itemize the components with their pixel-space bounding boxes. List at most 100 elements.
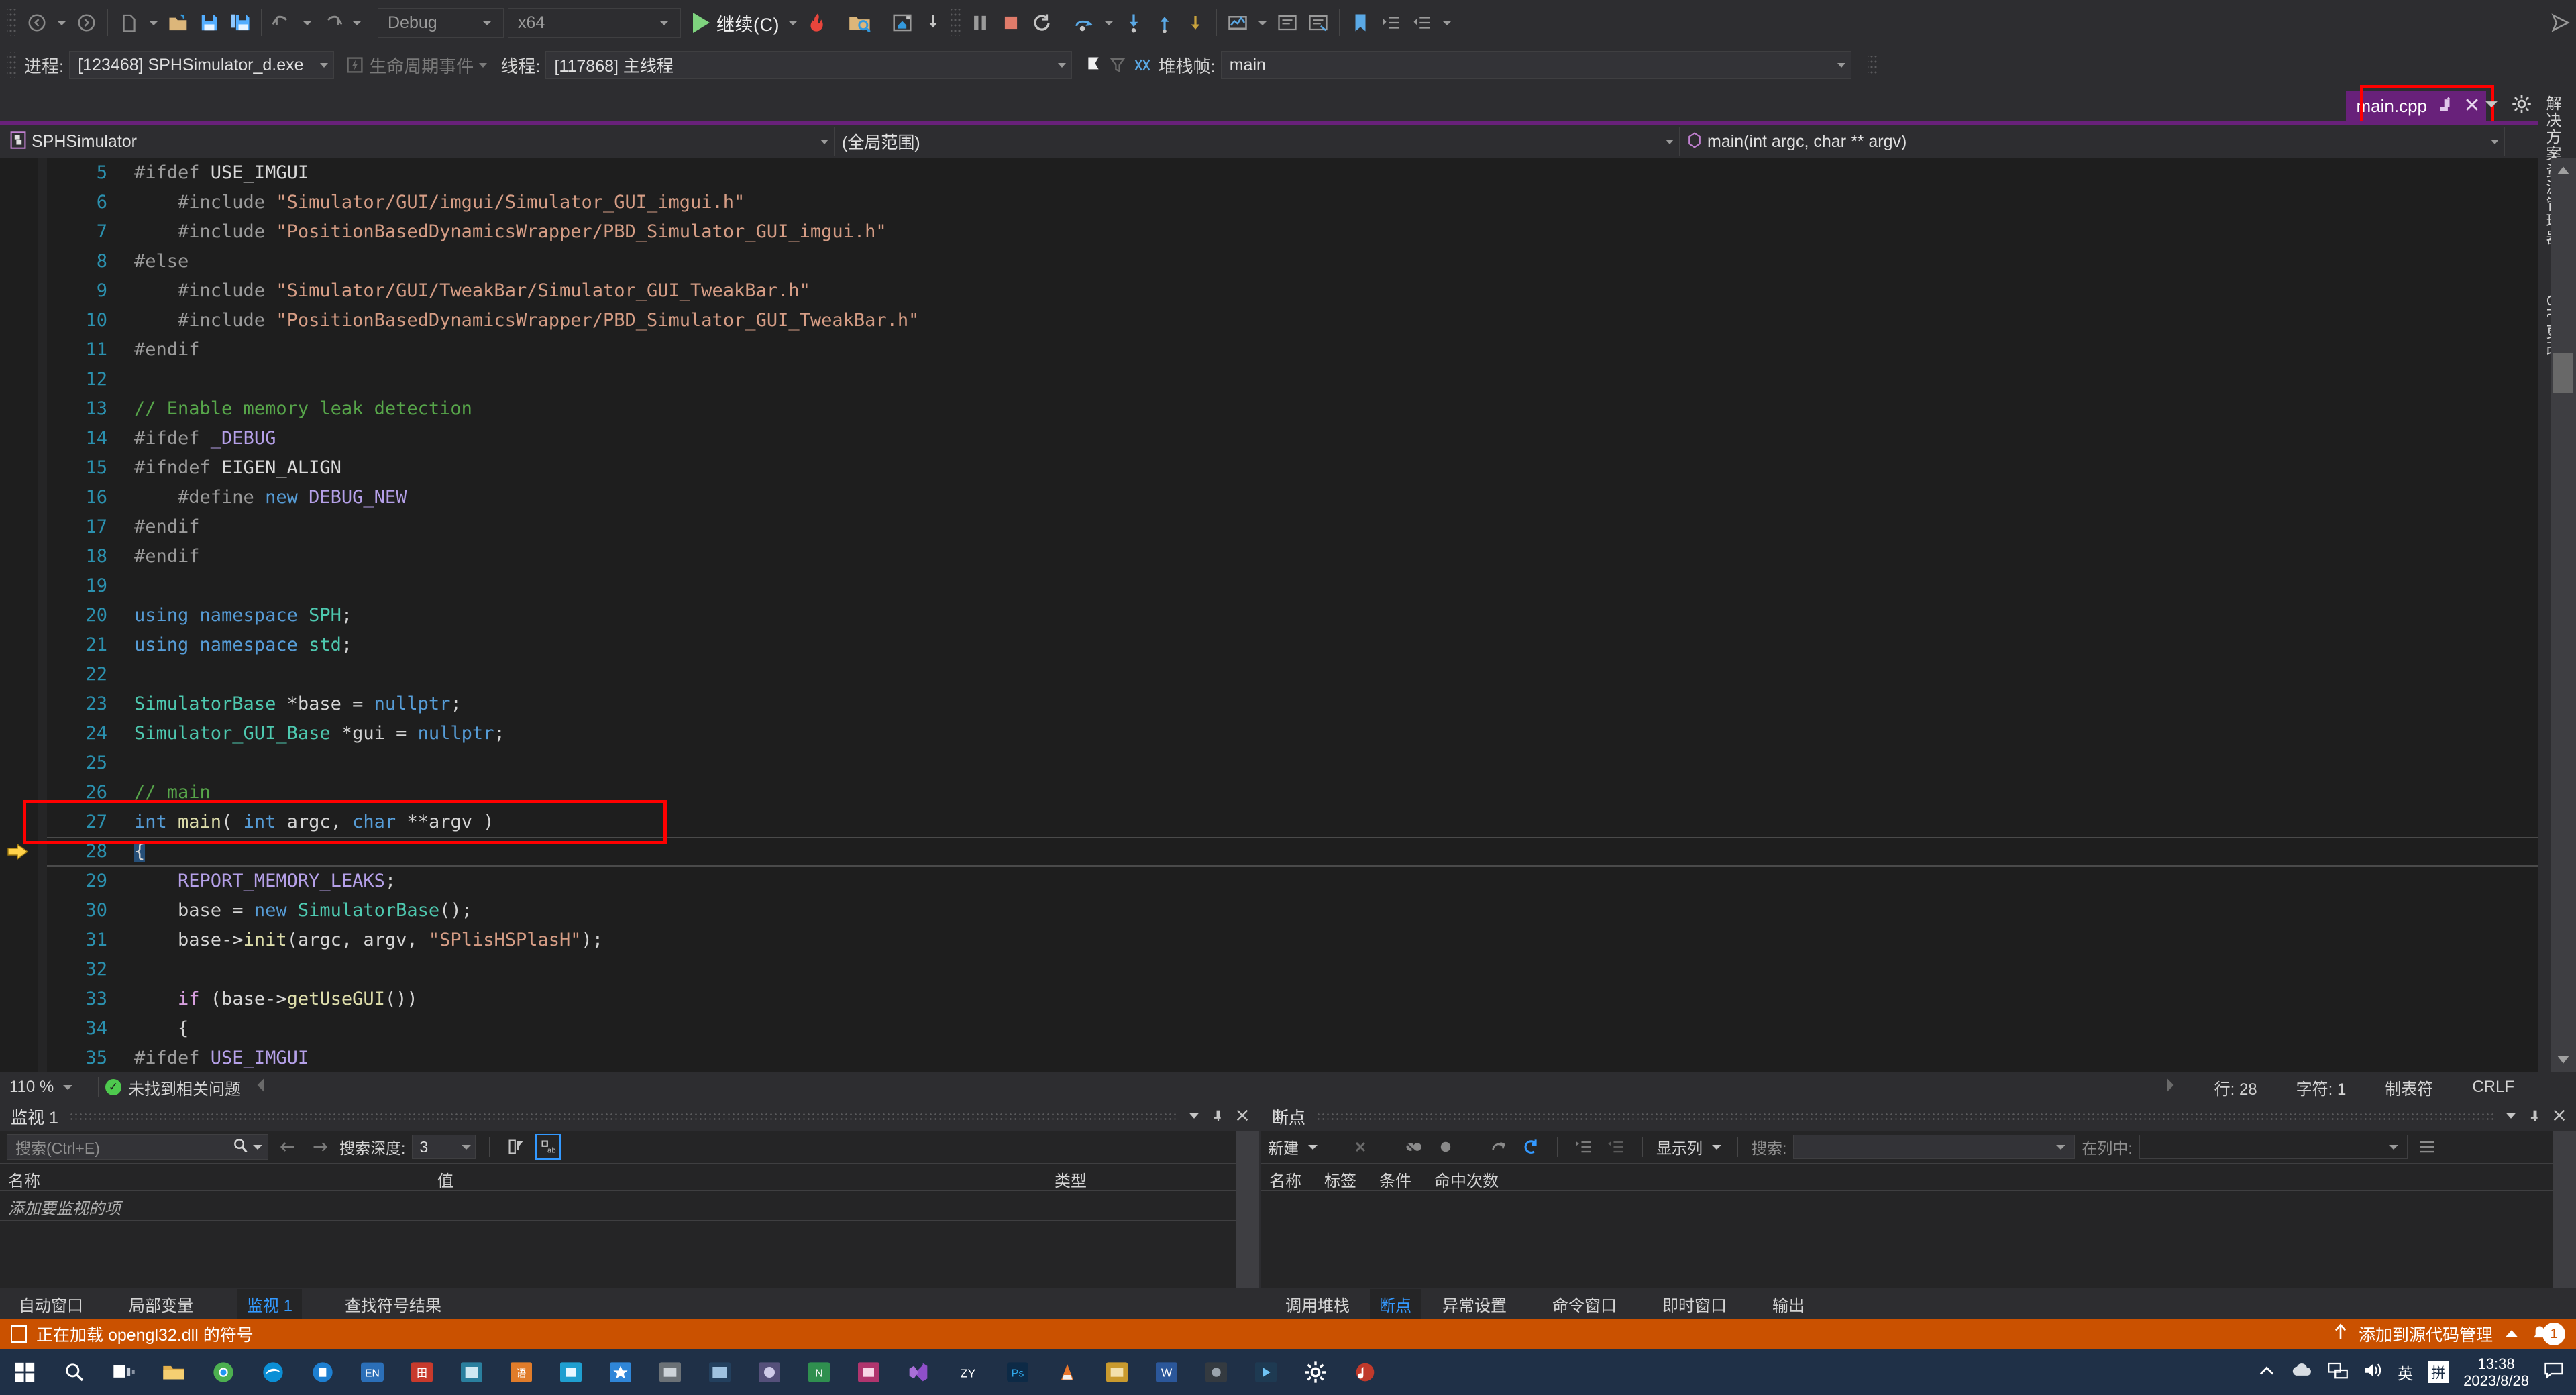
app-darkblue-icon[interactable] bbox=[695, 1349, 745, 1395]
step-over-button[interactable] bbox=[1069, 7, 1099, 39]
bookmark-button[interactable] bbox=[1345, 7, 1376, 39]
in-column-select[interactable] bbox=[2139, 1135, 2408, 1159]
bp-column-hitcount[interactable]: 命中次数 bbox=[1426, 1164, 1505, 1190]
code-line[interactable]: 5 #ifdef USE_IMGUI bbox=[47, 158, 2538, 188]
watch-row[interactable]: 添加要监视的项 bbox=[0, 1191, 1259, 1221]
watch-column-name[interactable]: 名称 bbox=[0, 1164, 429, 1190]
continue-button[interactable]: 继续(C) bbox=[685, 7, 784, 39]
navbar-function-select[interactable]: main(int argc, char ** argv) bbox=[1680, 127, 2505, 156]
code-line[interactable]: 34 { bbox=[47, 1014, 2538, 1044]
navigate-backward-dropdown-icon[interactable] bbox=[57, 20, 66, 25]
solution-configuration-select[interactable]: Debug bbox=[378, 8, 504, 38]
outdent-button[interactable] bbox=[1407, 7, 1438, 39]
save-all-button[interactable] bbox=[225, 7, 256, 39]
code-line[interactable]: 27 int main( int argc, char **argv ) bbox=[47, 807, 2538, 837]
thread-select[interactable]: [117868] 主线程 bbox=[545, 51, 1073, 79]
stop-debugging-button[interactable] bbox=[996, 7, 1026, 39]
word-icon[interactable]: W bbox=[1142, 1349, 1191, 1395]
export-icon[interactable] bbox=[1486, 1134, 1511, 1160]
code-lines-container[interactable]: 5 #ifdef USE_IMGUI 6 #include "Simulator/G… bbox=[47, 158, 2538, 1072]
panel-drag-dots[interactable] bbox=[68, 1112, 1176, 1121]
taskbar-clock[interactable]: 13:38 2023/8/28 bbox=[2463, 1355, 2529, 1390]
windows-start-icon[interactable] bbox=[0, 1349, 50, 1395]
vs-icon[interactable] bbox=[894, 1349, 943, 1395]
bp-column-label[interactable]: 标签 bbox=[1316, 1164, 1371, 1190]
break-all-button[interactable] bbox=[965, 7, 996, 39]
glyph-margin[interactable] bbox=[0, 158, 38, 1072]
code-line[interactable]: 20 using namespace SPH; bbox=[47, 601, 2538, 630]
editor-vertical-scrollbar[interactable] bbox=[2551, 158, 2576, 1072]
step-over-dropdown-icon[interactable] bbox=[1104, 20, 1114, 25]
scrollbar-thumb[interactable] bbox=[2553, 353, 2573, 393]
code-text[interactable]: { bbox=[134, 837, 146, 867]
tab-command-window[interactable]: 命令窗口 bbox=[1543, 1289, 1626, 1319]
watch-column-value[interactable]: 值 bbox=[429, 1164, 1046, 1190]
code-editor[interactable]: 5 #ifdef USE_IMGUI 6 #include "Simulator/G… bbox=[0, 158, 2538, 1072]
vlc-icon[interactable] bbox=[1042, 1349, 1092, 1395]
undo-dropdown-icon[interactable] bbox=[303, 20, 312, 25]
navbar-scope-select[interactable]: (全局范围) bbox=[835, 127, 1680, 156]
code-text[interactable]: base->init(argc, argv, "SPlisHSPlasH"); bbox=[134, 926, 603, 955]
code-text[interactable]: #include "Simulator/GUI/TweakBar/Simulat… bbox=[134, 276, 810, 306]
tab-find-symbol[interactable]: 查找符号结果 bbox=[335, 1289, 451, 1319]
search-icon[interactable] bbox=[233, 1137, 249, 1157]
restart-button[interactable] bbox=[1026, 7, 1057, 39]
watch-column-type[interactable]: 类型 bbox=[1046, 1164, 1236, 1190]
code-text[interactable]: if (base->getUseGUI()) bbox=[134, 985, 418, 1014]
language-indicator[interactable]: 英 bbox=[2398, 1361, 2413, 1384]
code-line[interactable]: 35 #ifdef USE_IMGUI bbox=[47, 1044, 2538, 1072]
code-line[interactable]: 30 base = new SimulatorBase(); bbox=[47, 896, 2538, 926]
ime-indicator[interactable]: 拼 bbox=[2428, 1361, 2449, 1383]
zoom-select[interactable]: 110 % bbox=[0, 1078, 91, 1097]
source-control-label[interactable]: 添加到源代码管理 bbox=[2359, 1322, 2493, 1346]
toolbar-grip[interactable] bbox=[7, 52, 17, 78]
open-file-button[interactable] bbox=[163, 7, 194, 39]
pin-icon[interactable] bbox=[1211, 1108, 1226, 1126]
code-text[interactable]: #include "Simulator/GUI/imgui/Simulator_… bbox=[134, 188, 745, 217]
code-text[interactable]: #endif bbox=[134, 512, 200, 542]
thread-filter-icon[interactable] bbox=[1106, 49, 1130, 81]
tab-exception-settings[interactable]: 异常设置 bbox=[1433, 1289, 1516, 1319]
comment-selection-button[interactable] bbox=[1272, 7, 1303, 39]
watch-panel-scrollbar[interactable] bbox=[1236, 1131, 1259, 1288]
code-line[interactable]: 26 // main bbox=[47, 778, 2538, 807]
parallel-stacks-icon[interactable] bbox=[1130, 49, 1155, 81]
code-text[interactable]: #ifndef EIGEN_ALIGN bbox=[134, 453, 341, 483]
attach-to-process-button[interactable] bbox=[845, 7, 875, 39]
code-text[interactable]: #endif bbox=[134, 335, 200, 365]
toolbar-grip[interactable] bbox=[1867, 56, 1878, 74]
lifecycle-dropdown-icon[interactable] bbox=[479, 62, 488, 68]
volume-icon[interactable] bbox=[2363, 1361, 2383, 1383]
code-line[interactable]: 32 bbox=[47, 955, 2538, 985]
search-icon[interactable] bbox=[50, 1349, 99, 1395]
code-text[interactable]: #ifdef _DEBUG bbox=[134, 424, 276, 453]
scroll-down-icon[interactable] bbox=[2551, 1048, 2576, 1072]
onedrive-icon[interactable] bbox=[2290, 1362, 2313, 1382]
app-music-icon[interactable] bbox=[1340, 1349, 1390, 1395]
thread-flag-icon[interactable] bbox=[1081, 49, 1106, 81]
app-teal-icon[interactable] bbox=[447, 1349, 496, 1395]
app-cyan-icon[interactable] bbox=[546, 1349, 596, 1395]
hex-display-icon[interactable]: ab bbox=[535, 1134, 561, 1160]
app-dark-icon[interactable] bbox=[1191, 1349, 1241, 1395]
code-line[interactable]: 28 { bbox=[47, 837, 2538, 867]
navigate-backward-button[interactable] bbox=[21, 7, 52, 39]
toggle-breakpoint-icon[interactable] bbox=[1433, 1134, 1458, 1160]
tab-autos[interactable]: 自动窗口 bbox=[9, 1289, 93, 1319]
code-line[interactable]: 24 Simulator_GUI_Base *gui = nullptr; bbox=[47, 719, 2538, 748]
solution-platform-select[interactable]: x64 bbox=[508, 8, 681, 38]
code-line[interactable]: 11 #endif bbox=[47, 335, 2538, 365]
app-red-icon[interactable]: 田 bbox=[397, 1349, 447, 1395]
toolbar-grip[interactable] bbox=[951, 9, 962, 36]
stack-frame-select[interactable]: main bbox=[1220, 51, 1851, 79]
app-gold-icon[interactable] bbox=[1092, 1349, 1142, 1395]
hot-reload-button[interactable] bbox=[802, 7, 833, 39]
save-button[interactable] bbox=[194, 7, 225, 39]
tab-breakpoints[interactable]: 断点 bbox=[1370, 1289, 1421, 1319]
code-line[interactable]: 21 using namespace std; bbox=[47, 630, 2538, 660]
app-orange-icon[interactable]: 语 bbox=[496, 1349, 546, 1395]
watch-row-type[interactable] bbox=[1046, 1191, 1236, 1220]
code-text[interactable]: #ifdef USE_IMGUI bbox=[134, 1044, 309, 1072]
code-line[interactable]: 12 bbox=[47, 365, 2538, 394]
show-next-statement-button[interactable] bbox=[887, 7, 918, 39]
